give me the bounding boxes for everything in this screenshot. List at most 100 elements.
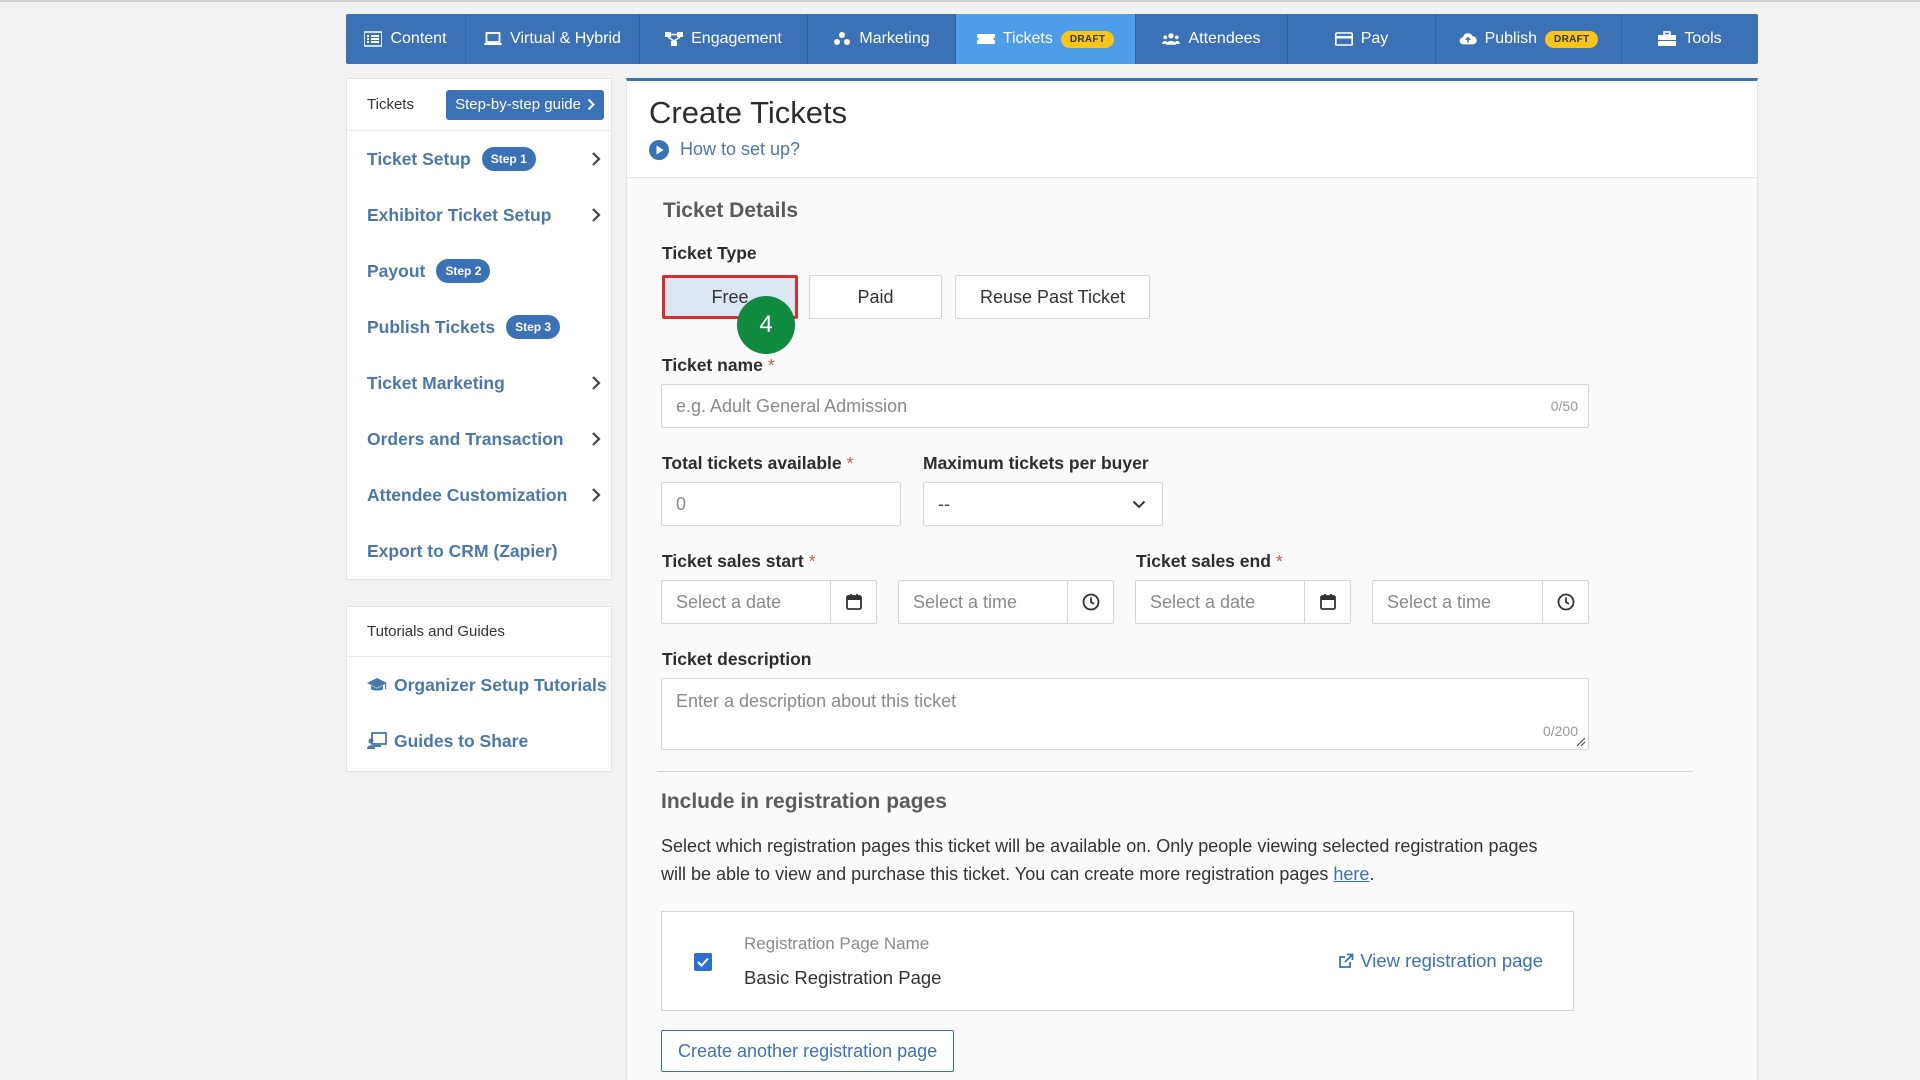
guide-button-label: Step-by-step guide	[455, 96, 581, 113]
checkmark-icon	[697, 957, 709, 967]
nav-pay[interactable]: Pay	[1288, 14, 1436, 64]
ticket-sales-end-label: Ticket sales end *	[1136, 551, 1283, 572]
ticket-name-input[interactable]: e.g. Adult General Admission 0/50	[661, 384, 1589, 428]
reuse-past-ticket-button[interactable]: Reuse Past Ticket	[955, 275, 1150, 319]
sidebar-item-attendee-customization[interactable]: Attendee Customization	[347, 467, 611, 523]
laptop-icon	[484, 32, 503, 45]
organizer-setup-tutorials-link[interactable]: Organizer Setup Tutorials	[347, 657, 611, 713]
ticket-description-label: Ticket description	[662, 649, 812, 669]
sidebar-item-label: Ticket Setup	[367, 148, 471, 169]
clock-icon	[1557, 593, 1574, 611]
cloud-upload-icon	[1459, 33, 1477, 45]
step-by-step-guide-button[interactable]: Step-by-step guide	[446, 89, 604, 120]
sales-start-date-input[interactable]: Select a date	[661, 580, 877, 624]
tickets-sidebar: Tickets Step-by-step guide Ticket Setup S…	[346, 78, 612, 580]
nav-publish[interactable]: Publish DRAFT	[1436, 14, 1622, 64]
required-asterisk: *	[808, 551, 816, 571]
how-to-label: How to set up?	[680, 139, 801, 159]
top-border	[0, 0, 1920, 2]
sidebar-item-ticket-marketing[interactable]: Ticket Marketing	[347, 355, 611, 411]
required-asterisk: *	[767, 355, 775, 375]
sales-end-time-input[interactable]: Select a time	[1372, 580, 1589, 624]
chalkboard-icon	[367, 732, 387, 749]
sales-end-time-placeholder: Select a time	[1387, 591, 1492, 612]
nav-virtual-hybrid[interactable]: Virtual & Hybrid	[466, 14, 640, 64]
sidebar-item-orders-and-transaction[interactable]: Orders and Transaction	[347, 411, 611, 467]
registration-page-row: Registration Page Name Basic Registratio…	[661, 911, 1574, 1011]
chevron-right-icon	[592, 152, 601, 166]
sidebar-item-ticket-setup[interactable]: Ticket Setup Step 1	[347, 131, 611, 187]
total-tickets-label-text: Total tickets available	[662, 453, 842, 473]
page-header: Create Tickets How to set up?	[627, 81, 1757, 178]
sidebar-item-exhibitor-ticket-setup[interactable]: Exhibitor Ticket Setup	[347, 187, 611, 243]
create-tickets-panel: Create Tickets How to set up? Ticket Det…	[626, 78, 1758, 1080]
chevron-right-icon	[587, 98, 595, 111]
nav-content[interactable]: Content	[346, 14, 466, 64]
chevron-right-icon	[592, 432, 601, 446]
list-icon	[364, 31, 383, 47]
clock-button[interactable]	[1542, 581, 1588, 623]
sales-start-time-input[interactable]: Select a time	[898, 580, 1114, 624]
play-circle-icon	[649, 139, 669, 160]
ticket-icon	[976, 34, 995, 44]
draft-badge: DRAFT	[1545, 30, 1599, 48]
section-divider	[657, 771, 1693, 772]
nav-content-label: Content	[390, 30, 447, 47]
step-marker: 4	[737, 296, 795, 354]
sales-start-date-placeholder: Select a date	[676, 591, 782, 612]
calendar-button[interactable]	[1304, 581, 1350, 623]
calendar-button[interactable]	[830, 581, 876, 623]
sales-start-label-text: Ticket sales start	[662, 551, 804, 571]
resize-handle-icon[interactable]	[1574, 735, 1586, 747]
sidebar-item-publish-tickets[interactable]: Publish Tickets Step 3	[347, 299, 611, 355]
ticket-type-paid-button[interactable]: Paid	[809, 275, 942, 319]
nav-tools-label: Tools	[1684, 30, 1722, 47]
calendar-icon	[1319, 594, 1336, 610]
toolbox-icon	[1658, 31, 1677, 46]
sidebar-item-label: Ticket Marketing	[367, 372, 505, 393]
clock-button[interactable]	[1067, 581, 1113, 623]
step-badge: Step 2	[436, 259, 491, 283]
network-icon	[665, 32, 684, 46]
total-tickets-input[interactable]: 0	[661, 482, 901, 526]
max-tickets-per-buyer-select[interactable]: --	[923, 482, 1163, 526]
chevron-down-icon	[1132, 500, 1146, 508]
sidebar-item-export-to-crm[interactable]: Export to CRM (Zapier)	[347, 523, 611, 579]
step-badge: Step 3	[506, 315, 561, 339]
how-to-set-up-link[interactable]: How to set up?	[649, 139, 1757, 160]
nav-marketing-label: Marketing	[859, 30, 930, 47]
nav-tools[interactable]: Tools	[1622, 14, 1758, 64]
calendar-icon	[845, 594, 862, 610]
sidebar-item-payout[interactable]: Payout Step 2	[347, 243, 611, 299]
chevron-right-icon	[592, 208, 601, 222]
create-registration-pages-link[interactable]: here	[1333, 864, 1369, 884]
ticket-details-heading: Ticket Details	[663, 199, 799, 222]
tutorial-item-label: Organizer Setup Tutorials	[394, 674, 607, 695]
nav-tickets[interactable]: Tickets DRAFT	[956, 14, 1136, 64]
chevron-right-icon	[592, 376, 601, 390]
ticket-description-textarea[interactable]: Enter a description about this ticket 0/…	[661, 678, 1589, 750]
nav-engagement[interactable]: Engagement	[640, 14, 808, 64]
nav-attendees[interactable]: Attendees	[1136, 14, 1288, 64]
max-tickets-per-buyer-label: Maximum tickets per buyer	[923, 453, 1149, 473]
required-asterisk: *	[846, 453, 854, 473]
registration-page-checkbox[interactable]	[694, 953, 712, 971]
ticket-type-label: Ticket Type	[662, 243, 757, 263]
sidebar-item-label: Export to CRM (Zapier)	[367, 540, 558, 561]
tutorials-panel: Tutorials and Guides Organizer Setup Tut…	[346, 606, 612, 772]
top-navigation: Content Virtual & Hybrid Engagement Mark…	[346, 14, 1758, 64]
registration-page-name: Basic Registration Page	[744, 967, 942, 988]
sidebar-heading: Tickets	[367, 96, 414, 113]
tutorial-item-label: Guides to Share	[394, 730, 529, 751]
view-registration-page-link[interactable]: View registration page	[1338, 950, 1543, 972]
ticket-name-label-text: Ticket name	[662, 355, 763, 375]
sales-end-date-input[interactable]: Select a date	[1135, 580, 1351, 624]
guides-to-share-link[interactable]: Guides to Share	[347, 713, 611, 769]
create-another-registration-page-button[interactable]: Create another registration page	[661, 1030, 955, 1072]
external-link-icon	[1339, 953, 1354, 968]
graduation-cap-icon	[367, 678, 387, 691]
max-tickets-value: --	[938, 493, 950, 514]
chevron-right-icon	[592, 488, 601, 502]
ticket-sales-start-label: Ticket sales start *	[662, 551, 816, 572]
nav-marketing[interactable]: Marketing	[808, 14, 956, 64]
